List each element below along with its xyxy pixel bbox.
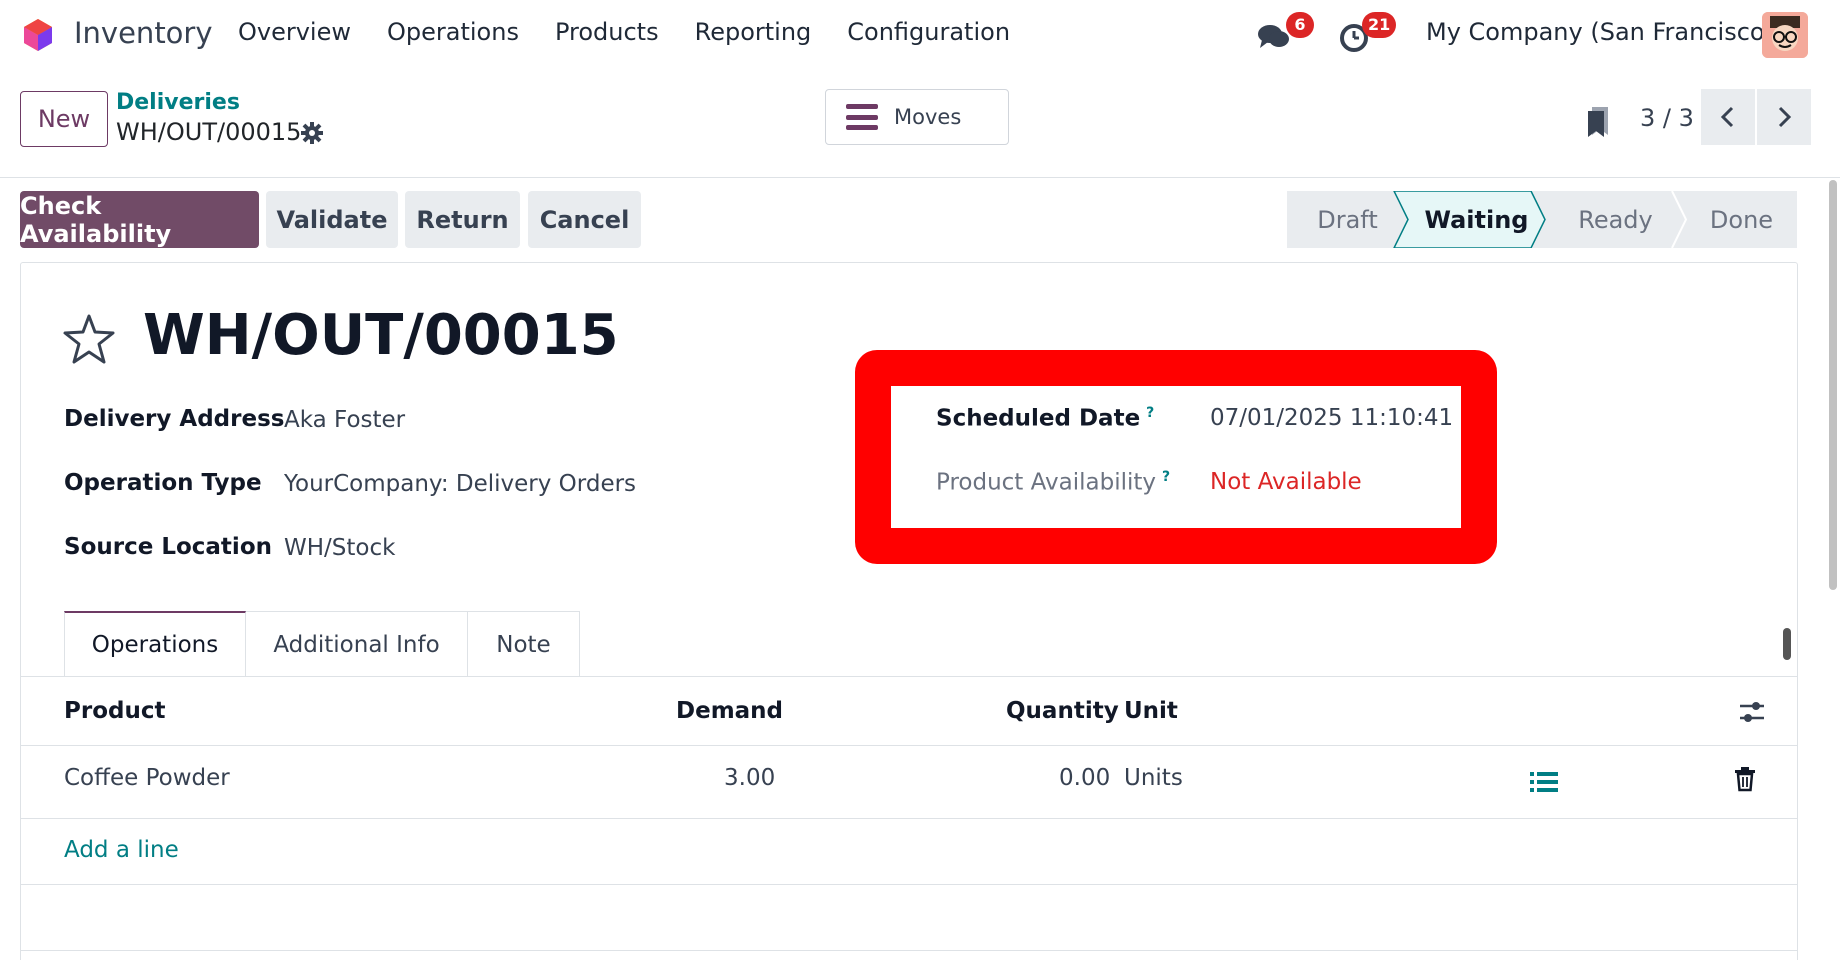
chevron-right-icon bbox=[1774, 105, 1794, 129]
menu-operations[interactable]: Operations bbox=[387, 18, 519, 46]
company-switcher[interactable]: My Company (San Francisco) bbox=[1426, 18, 1774, 46]
statusbar: Draft Waiting Ready Done bbox=[1287, 191, 1797, 248]
highlight-annotation bbox=[855, 350, 1497, 564]
inventory-app-icon[interactable] bbox=[20, 17, 56, 53]
pager-previous-button[interactable] bbox=[1701, 89, 1755, 145]
menu-reporting[interactable]: Reporting bbox=[695, 18, 812, 46]
stage-draft[interactable]: Draft bbox=[1287, 191, 1408, 248]
app-name[interactable]: Inventory bbox=[74, 16, 213, 50]
table-bottom-divider bbox=[20, 950, 1798, 951]
tab-operations[interactable]: Operations bbox=[64, 611, 246, 677]
product-availability-value: Not Available bbox=[1210, 469, 1362, 495]
tab-scrollbar[interactable] bbox=[1783, 628, 1791, 660]
scheduled-date-label: Scheduled Date? bbox=[936, 405, 1154, 432]
activities-badge: 21 bbox=[1362, 12, 1396, 38]
menu-configuration[interactable]: Configuration bbox=[847, 18, 1010, 46]
avatar-face-icon bbox=[1762, 12, 1808, 58]
messages-badge: 6 bbox=[1286, 12, 1314, 38]
stage-done[interactable]: Done bbox=[1686, 191, 1797, 248]
gear-icon[interactable] bbox=[300, 121, 324, 145]
add-line-link[interactable]: Add a line bbox=[64, 837, 179, 863]
product-availability-label: Product Availability? bbox=[936, 469, 1170, 496]
scheduled-date-label-text: Scheduled Date bbox=[936, 406, 1140, 432]
trash-icon[interactable] bbox=[1734, 766, 1756, 792]
tab-additional-info[interactable]: Additional Info bbox=[246, 611, 468, 677]
operation-type-label: Operation Type bbox=[64, 470, 262, 496]
optional-columns-icon[interactable] bbox=[1738, 699, 1766, 725]
breadcrumb-current: WH/OUT/00015 bbox=[116, 118, 301, 146]
breadcrumb-deliveries[interactable]: Deliveries bbox=[116, 90, 240, 115]
column-quantity[interactable]: Quantity bbox=[1006, 698, 1119, 724]
return-button[interactable]: Return bbox=[405, 191, 520, 248]
check-availability-button[interactable]: Check Availability bbox=[20, 191, 259, 248]
row-divider bbox=[20, 818, 1798, 819]
pager-next-button[interactable] bbox=[1757, 89, 1811, 145]
delivery-address-label: Delivery Address bbox=[64, 406, 284, 432]
column-product[interactable]: Product bbox=[64, 698, 165, 724]
moves-smart-button[interactable]: Moves bbox=[825, 89, 1009, 145]
cancel-button[interactable]: Cancel bbox=[528, 191, 641, 248]
help-tooltip-icon[interactable]: ? bbox=[1162, 469, 1170, 485]
row-demand[interactable]: 3.00 bbox=[724, 765, 775, 791]
control-panel: New Deliveries WH/OUT/00015 Moves 3 / 3 bbox=[0, 70, 1840, 178]
top-navbar: Inventory Overview Operations Products R… bbox=[0, 0, 1840, 70]
source-location-label: Source Location bbox=[64, 534, 272, 560]
scheduled-date-value[interactable]: 07/01/2025 11:10:41 bbox=[1210, 405, 1453, 431]
tab-note[interactable]: Note bbox=[468, 611, 580, 677]
stage-ready[interactable]: Ready bbox=[1545, 191, 1686, 248]
pager-value[interactable]: 3 / 3 bbox=[1640, 104, 1694, 132]
record-title: WH/OUT/00015 bbox=[143, 303, 619, 368]
main-menu: Overview Operations Products Reporting C… bbox=[238, 18, 1046, 46]
source-location-value[interactable]: WH/Stock bbox=[284, 535, 395, 561]
validate-button[interactable]: Validate bbox=[266, 191, 398, 248]
column-unit[interactable]: Unit bbox=[1124, 698, 1178, 724]
row-quantity[interactable]: 0.00 bbox=[1059, 765, 1110, 791]
moves-label: Moves bbox=[894, 105, 961, 129]
notebook-tabs: Operations Additional Info Note bbox=[64, 611, 580, 677]
list-icon bbox=[846, 104, 878, 130]
menu-products[interactable]: Products bbox=[555, 18, 659, 46]
add-line-divider bbox=[20, 884, 1798, 885]
header-divider bbox=[20, 745, 1798, 746]
new-button[interactable]: New bbox=[20, 91, 108, 147]
column-demand[interactable]: Demand bbox=[676, 698, 783, 724]
help-tooltip-icon[interactable]: ? bbox=[1146, 405, 1154, 421]
product-availability-label-text: Product Availability bbox=[936, 470, 1156, 496]
menu-overview[interactable]: Overview bbox=[238, 18, 351, 46]
star-icon[interactable] bbox=[62, 312, 116, 366]
bookmark-icon[interactable] bbox=[1586, 105, 1610, 139]
stage-waiting[interactable]: Waiting bbox=[1408, 191, 1545, 248]
page-scrollbar[interactable] bbox=[1829, 180, 1837, 590]
operation-type-value[interactable]: YourCompany: Delivery Orders bbox=[284, 471, 636, 497]
details-list-icon[interactable] bbox=[1530, 770, 1558, 794]
tab-divider bbox=[20, 676, 1798, 677]
row-product[interactable]: Coffee Powder bbox=[64, 765, 230, 791]
user-avatar[interactable] bbox=[1762, 12, 1808, 58]
delivery-address-value[interactable]: Aka Foster bbox=[284, 407, 405, 433]
chevron-left-icon bbox=[1718, 105, 1738, 129]
row-unit[interactable]: Units bbox=[1124, 765, 1183, 791]
